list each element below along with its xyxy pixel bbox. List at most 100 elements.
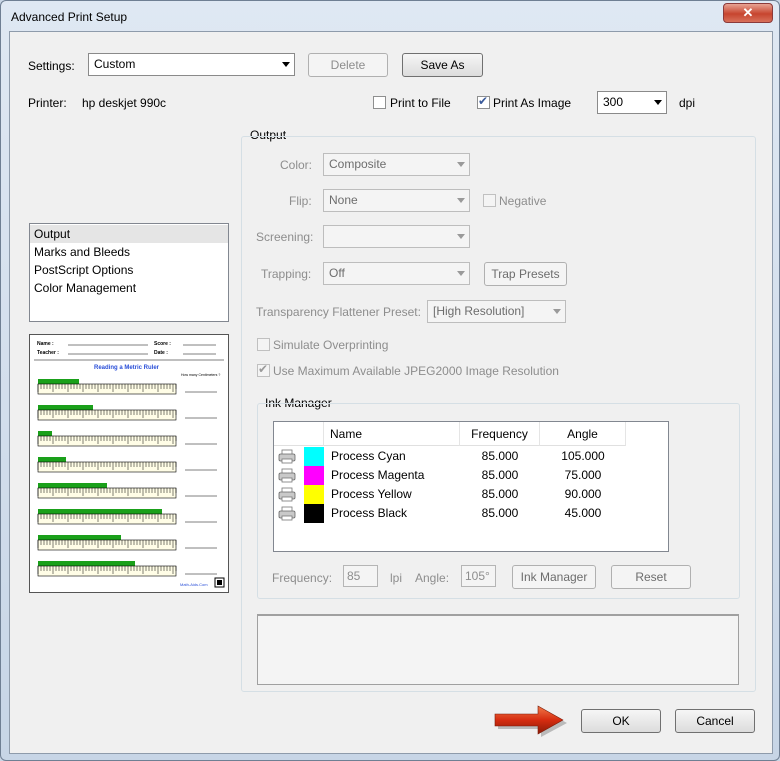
title-bar[interactable]: Advanced Print Setup ✕	[1, 1, 779, 31]
ink-name: Process Black	[331, 506, 408, 520]
print-as-image-checkbox[interactable]: ✔	[477, 94, 490, 109]
frequency-input[interactable]: 85	[343, 565, 378, 587]
preview-ruler	[37, 431, 217, 447]
angle-label: Angle:	[415, 571, 450, 585]
chevron-down-icon	[654, 100, 662, 105]
flattener-select[interactable]: [High Resolution]	[427, 300, 566, 323]
ink-color-swatch	[304, 447, 324, 466]
trap-presets-button[interactable]: Trap Presets	[484, 262, 567, 286]
dialog-body: Settings: Custom Delete Save As Printer:…	[9, 31, 773, 754]
print-to-file-label: Print to File	[390, 96, 451, 110]
angle-input[interactable]: 105°	[461, 565, 496, 587]
ink-list: Name Frequency Angle Process Cyan 85.000 1…	[273, 421, 669, 552]
page-preview: Name : Score : Teacher : Date : Reading …	[29, 334, 229, 593]
frequency-column-header[interactable]: Frequency	[460, 422, 540, 446]
ok-button[interactable]: OK	[581, 709, 661, 733]
trapping-select-value: Off	[329, 266, 345, 280]
ink-color-swatch	[304, 466, 324, 485]
negative-checkbox[interactable]	[483, 194, 496, 207]
ink-name: Process Cyan	[331, 449, 406, 463]
ink-color-swatch	[304, 485, 324, 504]
trapping-select[interactable]: Off	[323, 262, 470, 285]
chevron-down-icon	[457, 234, 465, 239]
ink-frequency: 85.000	[481, 506, 519, 520]
printer-icon	[278, 487, 296, 502]
chevron-down-icon	[553, 309, 561, 314]
preview-score-label: Score :	[154, 341, 171, 347]
color-label: Color:	[280, 158, 313, 172]
preview-footer-site: Math-Aids.Com	[180, 582, 208, 587]
advanced-print-setup-window: Advanced Print Setup ✕ Settings: Custom …	[0, 0, 780, 761]
lpi-label: lpi	[390, 571, 403, 585]
printer-label: Printer:	[28, 96, 67, 110]
flip-label: Flip:	[289, 194, 312, 208]
checkmark-icon: ✔	[258, 362, 269, 376]
ink-angle: 105.000	[561, 449, 605, 463]
screening-label: Screening:	[256, 230, 314, 244]
screening-select[interactable]	[323, 225, 470, 248]
ink-name: Process Magenta	[331, 468, 425, 482]
settings-select[interactable]: Custom	[88, 53, 295, 76]
flip-select[interactable]: None	[323, 189, 470, 212]
ink-row[interactable]: Process Yellow 85.000 90.000	[274, 485, 668, 504]
checkmark-icon: ✔	[478, 94, 489, 108]
sidebar-item-output[interactable]: Output	[30, 225, 228, 243]
reset-button[interactable]: Reset	[611, 565, 691, 589]
window-title: Advanced Print Setup	[11, 10, 128, 24]
preview-ruler	[37, 457, 217, 473]
ink-manager-button[interactable]: Ink Manager	[512, 565, 596, 589]
description-area	[257, 614, 739, 685]
angle-column-header[interactable]: Angle	[540, 422, 626, 446]
ink-row[interactable]: Process Cyan 85.000 105.000	[274, 447, 668, 466]
chevron-down-icon	[457, 198, 465, 203]
print-as-image-label: Print As Image	[493, 96, 572, 110]
preview-ruler	[37, 509, 217, 525]
simulate-overprinting-checkbox[interactable]	[257, 338, 270, 351]
sidebar-item-postscript-options[interactable]: PostScript Options	[30, 261, 228, 279]
ink-frequency: 85.000	[481, 487, 519, 501]
ink-angle: 45.000	[564, 506, 602, 520]
preview-ruler	[37, 379, 217, 395]
ink-row[interactable]: Process Magenta 85.000 75.000	[274, 466, 668, 485]
dpi-select[interactable]: 300	[597, 91, 667, 114]
ink-frequency: 85.000	[481, 468, 519, 482]
ink-color-swatch	[304, 504, 324, 523]
chevron-down-icon	[282, 62, 290, 67]
color-select-value: Composite	[329, 157, 387, 171]
sidebar-item-marks-and-bleeds[interactable]: Marks and Bleeds	[30, 243, 228, 261]
trapping-label: Trapping:	[261, 267, 312, 281]
flip-select-value: None	[329, 193, 358, 207]
cancel-button[interactable]: Cancel	[675, 709, 755, 733]
preview-ruler	[37, 535, 217, 551]
ink-angle: 90.000	[564, 487, 602, 501]
arrow-right-icon	[494, 705, 567, 737]
jpeg2000-label: Use Maximum Available JPEG2000 Image Res…	[273, 364, 559, 378]
dpi-unit-label: dpi	[679, 96, 696, 110]
name-column-header[interactable]: Name	[324, 422, 460, 446]
flattener-label: Transparency Flattener Preset:	[256, 305, 421, 319]
preview-side-note: How many Centimeters ?	[181, 373, 220, 377]
preview-ruler	[37, 483, 217, 499]
ink-list-icon-column	[274, 422, 324, 446]
jpeg2000-checkbox[interactable]: ✔	[257, 362, 270, 377]
printer-icon	[278, 506, 296, 521]
preview-name-label: Name :	[37, 341, 54, 347]
preview-ruler	[37, 561, 217, 577]
printer-icon	[278, 468, 296, 483]
preview-teacher-label: Teacher :	[37, 350, 59, 356]
sidebar-item-color-management[interactable]: Color Management	[30, 279, 228, 297]
print-to-file-checkbox[interactable]	[373, 96, 386, 109]
delete-button[interactable]: Delete	[308, 53, 388, 77]
ink-row[interactable]: Process Black 85.000 45.000	[274, 504, 668, 523]
ink-frequency: 85.000	[481, 449, 519, 463]
negative-label: Negative	[499, 194, 547, 208]
color-select[interactable]: Composite	[323, 153, 470, 176]
ink-name: Process Yellow	[331, 487, 412, 501]
save-as-button[interactable]: Save As	[402, 53, 483, 77]
simulate-overprinting-label: Simulate Overprinting	[273, 338, 389, 352]
dpi-select-value: 300	[603, 95, 624, 109]
chevron-down-icon	[457, 162, 465, 167]
close-button[interactable]: ✕	[723, 3, 773, 23]
category-list: Output Marks and Bleeds PostScript Options…	[29, 223, 229, 322]
chevron-down-icon	[457, 271, 465, 276]
